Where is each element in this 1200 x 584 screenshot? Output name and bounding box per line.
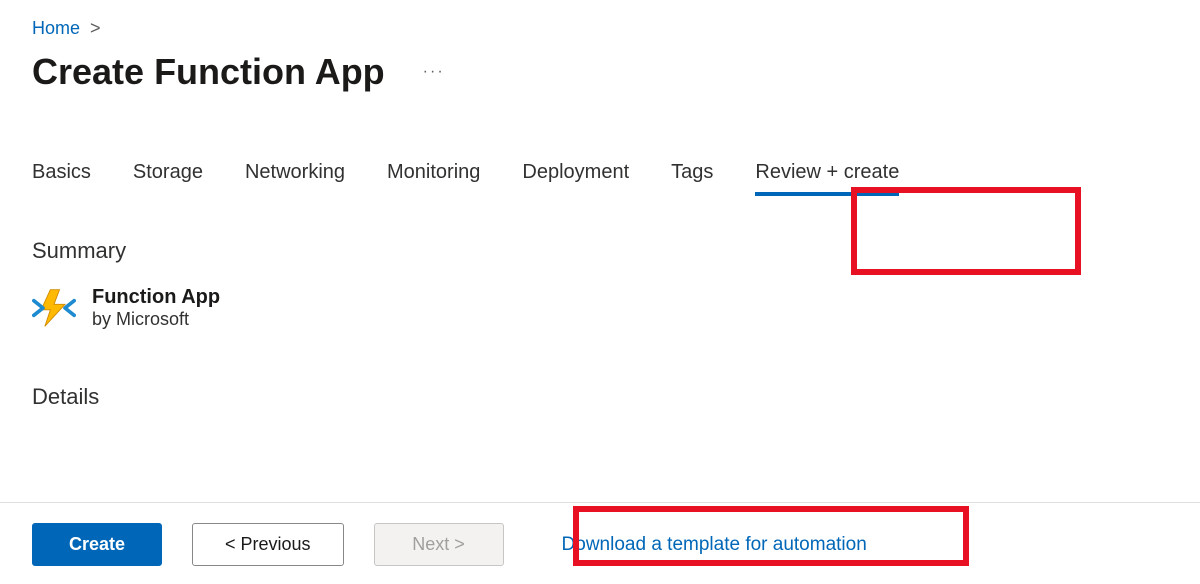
tab-deployment[interactable]: Deployment	[522, 161, 629, 196]
next-button: Next >	[374, 523, 504, 566]
summary-heading: Summary	[32, 238, 1168, 264]
breadcrumb: Home >	[32, 18, 1168, 39]
function-app-icon	[32, 286, 76, 330]
app-name: Function App	[92, 286, 220, 309]
create-button[interactable]: Create	[32, 523, 162, 566]
tab-review-create[interactable]: Review + create	[755, 161, 899, 196]
breadcrumb-home[interactable]: Home	[32, 18, 80, 39]
more-actions-button[interactable]: ···	[415, 59, 453, 85]
summary-item: Function App by Microsoft	[32, 286, 1168, 330]
tab-monitoring[interactable]: Monitoring	[387, 161, 480, 196]
tab-basics[interactable]: Basics	[32, 161, 91, 196]
tab-tags[interactable]: Tags	[671, 161, 713, 196]
tabs-container: Basics Storage Networking Monitoring Dep…	[32, 161, 1168, 196]
footer-bar: Create < Previous Next > Download a temp…	[0, 502, 1200, 584]
tab-storage[interactable]: Storage	[133, 161, 203, 196]
details-heading: Details	[32, 384, 1168, 410]
app-publisher: by Microsoft	[92, 309, 220, 330]
page-title: Create Function App	[32, 51, 385, 93]
download-template-link[interactable]: Download a template for automation	[562, 534, 867, 556]
tab-networking[interactable]: Networking	[245, 161, 345, 196]
breadcrumb-separator: >	[90, 18, 101, 39]
previous-button[interactable]: < Previous	[192, 523, 344, 566]
